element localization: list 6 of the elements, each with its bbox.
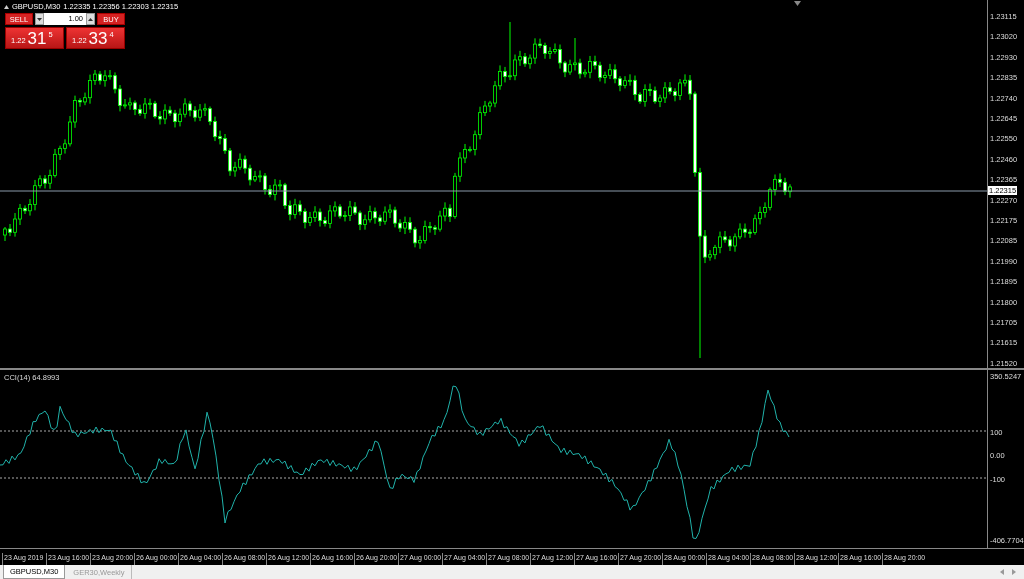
triangle-icon[interactable] (4, 4, 9, 9)
up-icon (88, 17, 93, 21)
triangle-icon[interactable] (794, 1, 801, 6)
increase-button[interactable] (86, 13, 95, 25)
decrease-button[interactable] (35, 13, 44, 25)
down-icon (37, 17, 42, 21)
